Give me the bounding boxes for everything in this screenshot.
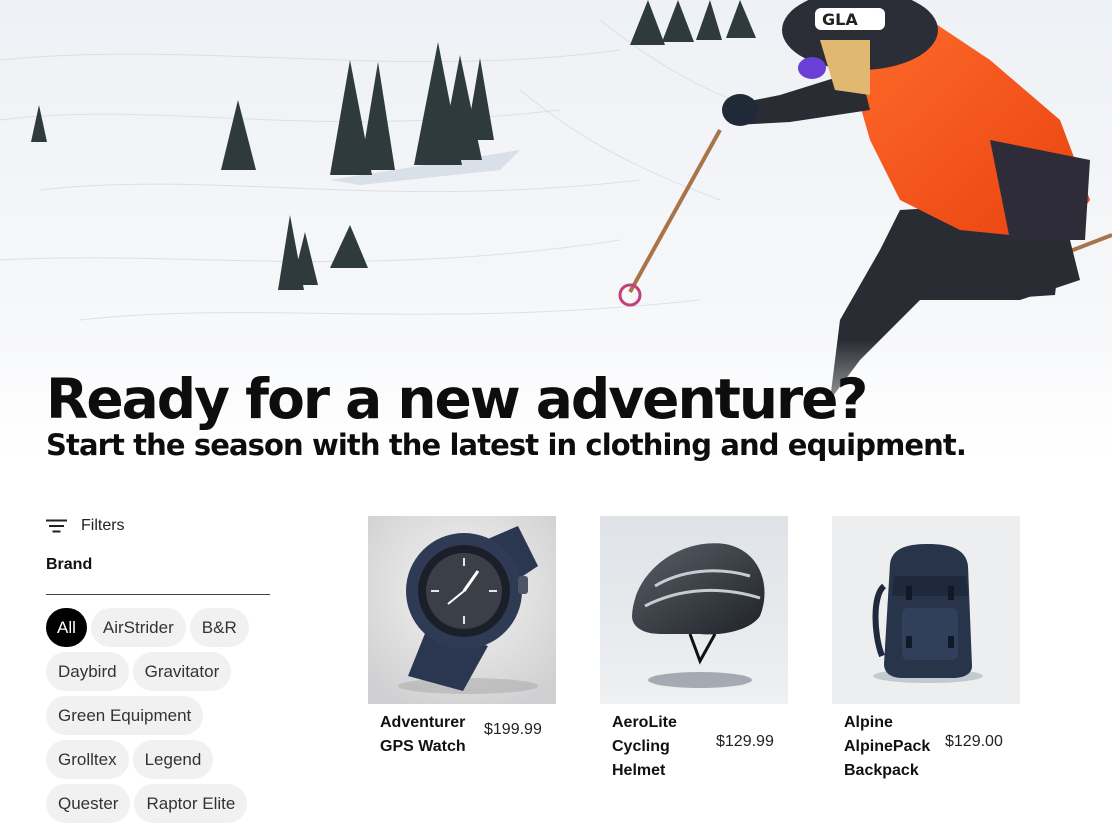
brand-filter-heading: Brand (46, 556, 93, 573)
brand-chip-gravitator[interactable]: Gravitator (132, 652, 232, 691)
cycling-helmet-image[interactable] (600, 516, 788, 704)
backpack-image[interactable] (832, 516, 1020, 704)
brand-chip-green-equipment[interactable]: Green Equipment (46, 696, 204, 735)
product-card[interactable]: AeroLite Cycling Helmet $129.99 (600, 516, 788, 783)
brand-chip-b-and-r[interactable]: B&R (189, 608, 249, 647)
helmet-logo: GLA (822, 10, 858, 29)
brand-chip-daybird[interactable]: Daybird (46, 652, 129, 691)
hero-title: Ready for a new adventure? (46, 367, 868, 431)
product-name[interactable]: AeroLite Cycling Helmet (612, 711, 702, 783)
brand-chip-grolltex[interactable]: Grolltex (46, 740, 129, 779)
product-price: $129.00 (945, 733, 1003, 750)
filter-lines-icon (46, 519, 67, 533)
brand-chip-all[interactable]: All (46, 608, 87, 647)
brand-divider (46, 594, 270, 595)
gps-watch-image[interactable] (368, 516, 556, 704)
filters-label: Filters (81, 517, 125, 534)
hero-banner: GLA Ready for a new adventure? Start the… (0, 0, 1112, 480)
product-card[interactable]: Adventurer GPS Watch $199.99 (368, 516, 556, 759)
hero-subtitle: Start the season with the latest in clot… (46, 428, 967, 462)
filters-toggle[interactable]: Filters (46, 514, 125, 538)
brand-chip-legend[interactable]: Legend (132, 740, 214, 779)
product-price: $129.99 (716, 733, 774, 750)
product-name[interactable]: Alpine AlpinePack Backpack (844, 711, 934, 783)
product-name[interactable]: Adventurer GPS Watch (380, 711, 480, 759)
brand-chip-list: All AirStrider B&R Daybird Gravitator Gr… (46, 608, 266, 823)
product-price: $199.99 (484, 721, 542, 738)
product-card[interactable]: Alpine AlpinePack Backpack $129.00 (832, 516, 1020, 783)
brand-chip-airstrider[interactable]: AirStrider (90, 608, 186, 647)
